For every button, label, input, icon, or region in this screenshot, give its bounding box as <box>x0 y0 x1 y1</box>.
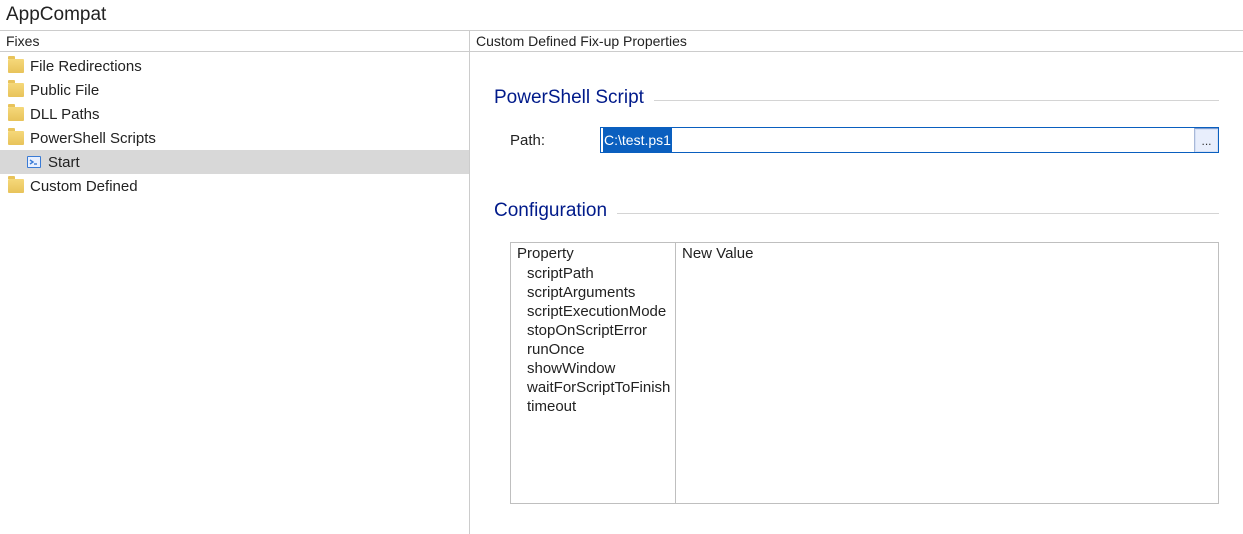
powershell-script-group: PowerShell Script Path: C:\test.ps1 ... <box>494 100 1219 153</box>
tree-item-powershell-scripts[interactable]: PowerShell Scripts <box>0 126 469 150</box>
properties-header: Custom Defined Fix-up Properties <box>470 30 1243 52</box>
property-row[interactable]: runOnce <box>511 340 675 359</box>
path-row: Path: C:\test.ps1 ... <box>494 127 1219 153</box>
fixes-tree[interactable]: File Redirections Public File DLL Paths Pow… <box>0 52 469 534</box>
properties-panel: Custom Defined Fix-up Properties PowerSh… <box>470 30 1243 534</box>
folder-icon <box>8 179 24 193</box>
browse-button[interactable]: ... <box>1194 128 1218 152</box>
tree-item-label: PowerShell Scripts <box>30 130 156 147</box>
property-row[interactable]: scriptPath <box>511 264 675 283</box>
property-list: scriptPathscriptArgumentsscriptExecution… <box>511 264 675 416</box>
folder-icon <box>8 83 24 97</box>
tree-item-label: Start <box>48 154 80 171</box>
newvalue-column-header: New Value <box>676 243 1218 264</box>
property-row[interactable]: waitForScriptToFinish <box>511 378 675 397</box>
property-row[interactable]: scriptArguments <box>511 283 675 302</box>
folder-icon <box>8 59 24 73</box>
tree-item-custom-defined[interactable]: Custom Defined <box>0 174 469 198</box>
path-value-selected: C:\test.ps1 <box>603 128 672 152</box>
property-row[interactable]: showWindow <box>511 359 675 378</box>
tree-item-start[interactable]: Start <box>0 150 469 174</box>
fixes-header: Fixes <box>0 31 469 52</box>
tree-item-label: DLL Paths <box>30 106 100 123</box>
tree-item-public-file[interactable]: Public File <box>0 78 469 102</box>
property-column: Property scriptPathscriptArgumentsscript… <box>511 243 676 503</box>
configuration-table[interactable]: Property scriptPathscriptArgumentsscript… <box>510 242 1219 504</box>
app-title: AppCompat <box>0 0 1243 30</box>
path-input-wrap: C:\test.ps1 ... <box>600 127 1219 153</box>
tree-item-file-redirections[interactable]: File Redirections <box>0 54 469 78</box>
property-row[interactable]: scriptExecutionMode <box>511 302 675 321</box>
newvalue-column: New Value <box>676 243 1218 503</box>
path-label: Path: <box>510 132 600 149</box>
main-layout: Fixes File Redirections Public File DLL Pa… <box>0 30 1243 534</box>
path-input[interactable]: C:\test.ps1 <box>601 128 1194 152</box>
tree-item-dll-paths[interactable]: DLL Paths <box>0 102 469 126</box>
property-row[interactable]: timeout <box>511 397 675 416</box>
fixes-panel: Fixes File Redirections Public File DLL Pa… <box>0 30 470 534</box>
configuration-legend: Configuration <box>494 200 617 222</box>
configuration-group: Configuration Property scriptPathscriptA… <box>494 213 1219 504</box>
properties-body: PowerShell Script Path: C:\test.ps1 ... … <box>470 52 1243 534</box>
script-icon <box>26 154 42 170</box>
tree-item-label: File Redirections <box>30 58 142 75</box>
folder-icon <box>8 131 24 145</box>
tree-item-label: Custom Defined <box>30 178 138 195</box>
folder-icon <box>8 107 24 121</box>
property-row[interactable]: stopOnScriptError <box>511 321 675 340</box>
powershell-legend: PowerShell Script <box>494 87 654 109</box>
tree-item-label: Public File <box>30 82 99 99</box>
property-column-header: Property <box>511 243 675 264</box>
